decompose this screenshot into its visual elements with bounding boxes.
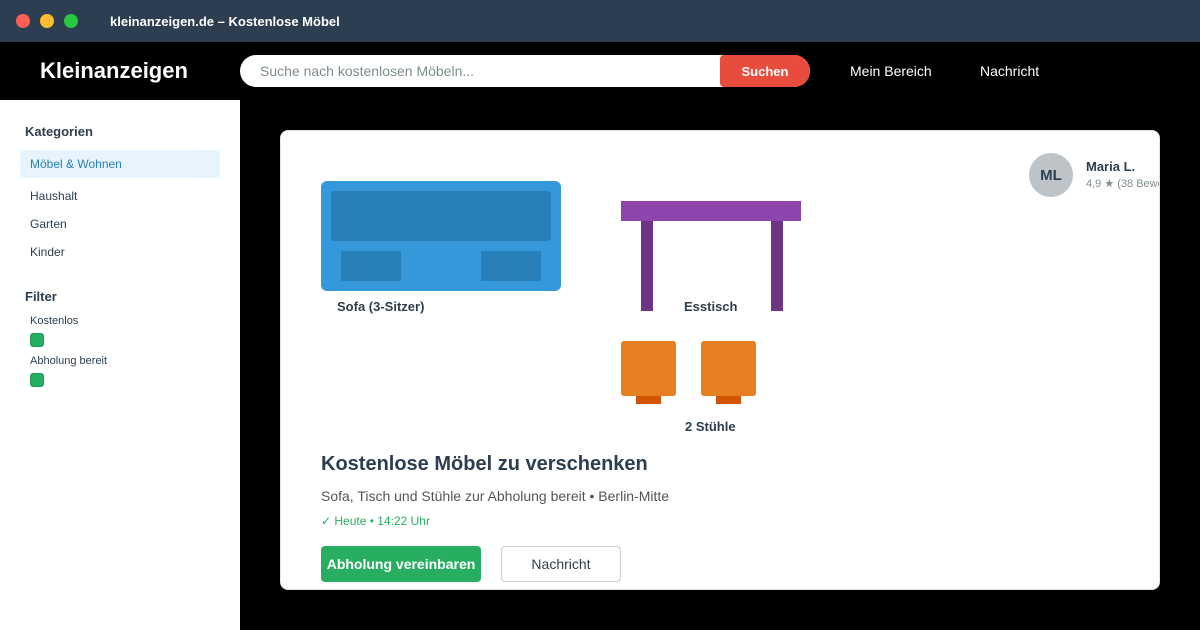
arrange-pickup-button[interactable]: Abholung vereinbaren [321, 546, 481, 582]
filter-label-abholung-bereit: Abholung bereit [30, 355, 108, 367]
filter-checkbox-abholung-bereit[interactable] [30, 373, 44, 387]
sidebar-item-moebel-wohnen[interactable]: Möbel & Wohnen [20, 150, 220, 178]
sidebar-item-kinder[interactable]: Kinder [20, 238, 220, 266]
maximize-window-button[interactable] [64, 14, 78, 28]
search-input[interactable] [240, 55, 720, 87]
sofa-backrest [331, 191, 551, 241]
sofa-icon [321, 181, 561, 291]
filter-label-kostenlos: Kostenlos [30, 315, 79, 327]
chair-icon [621, 341, 676, 396]
categories-heading: Kategorien [25, 124, 93, 139]
item-label-sofa: Sofa (3-Sitzer) [337, 299, 425, 314]
table-leg-right [771, 221, 783, 311]
chair-leg [636, 396, 661, 404]
table-icon [621, 201, 801, 221]
search-bar: Suche n [240, 55, 810, 87]
nav-link-mein-bereich[interactable]: Mein Bereich [850, 63, 932, 79]
sidebar-item-garten[interactable]: Garten [20, 210, 220, 238]
brand-logo[interactable]: Kleinanzeigen [40, 58, 188, 84]
top-navigation: Kleinanzeigen Suchen Mein Bereich Nachri… [0, 42, 1200, 100]
sidebar-item-haushalt[interactable]: Haushalt [20, 182, 220, 210]
avatar[interactable]: ML [1029, 153, 1073, 197]
minimize-window-button[interactable] [40, 14, 54, 28]
sidebar: Kategorien Möbel & Wohnen Haushalt Garte… [0, 100, 240, 630]
filter-checkbox-kostenlos[interactable] [30, 333, 44, 347]
sofa-cushion-right [481, 251, 541, 281]
nav-link-nachricht[interactable]: Nachricht [980, 63, 1039, 79]
listing-description: Sofa, Tisch und Stühle zur Abholung bere… [321, 488, 670, 504]
search-button[interactable]: Suchen [720, 55, 810, 87]
listing-status: ✓ Heute • 14:22 Uhr [321, 514, 430, 528]
seller-name[interactable]: Maria L. [1086, 159, 1135, 174]
listing-card: Sofa (3-Sitzer) Esstisch 2 Stühle ML Mar… [280, 130, 1160, 590]
seller-rating: 4,9 ★ (38 Bewertungen) [1086, 178, 1159, 190]
filter-heading: Filter [25, 289, 57, 304]
table-leg-left [641, 221, 653, 311]
chair-icon [701, 341, 756, 396]
close-window-button[interactable] [16, 14, 30, 28]
item-label-esstisch: Esstisch [684, 299, 738, 314]
message-button[interactable]: Nachricht [501, 546, 621, 582]
chair-leg [716, 396, 741, 404]
window-titlebar: kleinanzeigen.de – Kostenlose Möbel [0, 0, 1200, 42]
listing-title: Kostenlose Möbel zu verschenken [321, 453, 648, 475]
item-label-stuehle: 2 Stühle [685, 419, 736, 434]
sofa-cushion-left [341, 251, 401, 281]
window-title: kleinanzeigen.de – Kostenlose Möbel [110, 14, 340, 29]
